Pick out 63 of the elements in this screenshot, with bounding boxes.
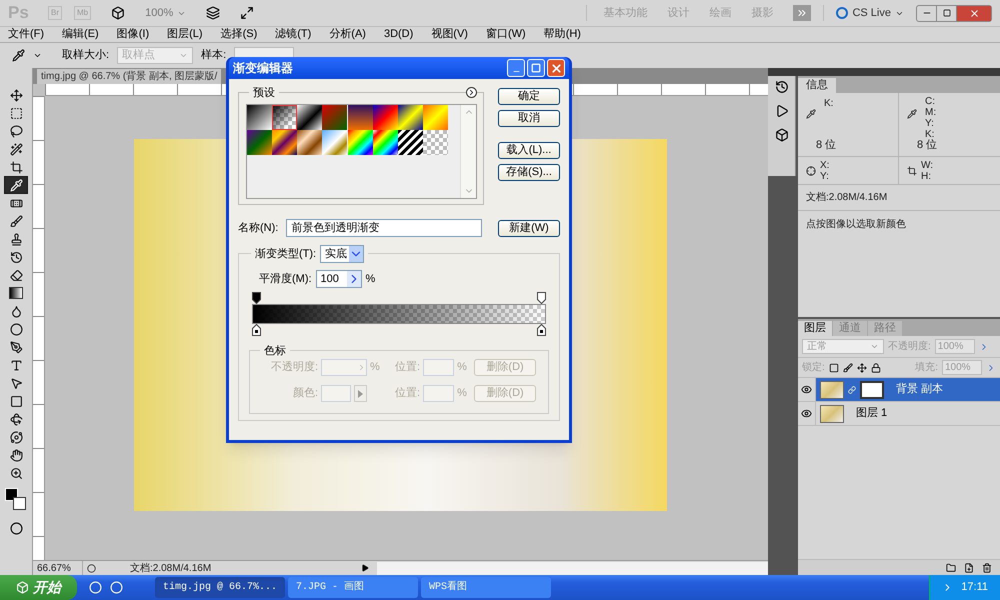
info-tab[interactable]: 信息	[798, 78, 836, 93]
menu-item[interactable]: 分析(A)	[329, 26, 366, 43]
menu-item[interactable]: 帮助(H)	[544, 26, 581, 43]
document-tab[interactable]: timg.jpg @ 66.7% (背景 副本, 图层蒙版/	[37, 69, 222, 84]
lock-label: 锁定:	[802, 360, 825, 375]
smoothness-field[interactable]: 100	[316, 270, 362, 288]
coordinate-label: X:	[820, 160, 830, 170]
cancel-button[interactable]: 取消	[498, 110, 560, 127]
location-label: 位置:	[395, 386, 420, 402]
bit-depth: 8 位	[917, 140, 938, 151]
channel-label: M:	[925, 107, 938, 118]
dialog-title: 渐变编辑器	[233, 60, 294, 77]
size-label: W:	[921, 160, 934, 170]
layer-row[interactable]: 背景 副本	[816, 378, 1000, 401]
smoothness-label: 平滑度(M):	[259, 272, 312, 287]
info-hint: 点按图像以选取新颜色	[805, 218, 907, 232]
layer-name: 图层 1	[856, 406, 888, 422]
menu-item[interactable]: 3D(D)	[384, 26, 414, 43]
document-info: 文档:2.08M/4.16M	[130, 562, 212, 576]
start-button[interactable]: 开始	[0, 575, 77, 600]
channel-label: Y:	[925, 118, 935, 129]
color-label: 颜色:	[292, 386, 318, 402]
taskbar-button[interactable]: 7.JPG - 画图	[288, 577, 418, 598]
coordinate-label: Y:	[820, 170, 830, 182]
gradient-type-dropdown[interactable]: 实底	[320, 245, 364, 263]
document-size: 文档:2.08M/4.16M	[798, 185, 1000, 211]
taskbar-button[interactable]: WPS看图	[421, 577, 551, 598]
bit-depth: 8 位	[816, 138, 836, 153]
size-label: H:	[921, 170, 932, 182]
sample-size-label: 取样大小:	[62, 48, 110, 64]
layer-name: 背景 副本	[896, 382, 944, 398]
opacity-label: 不透明度:	[888, 340, 931, 354]
menu-item[interactable]: 文件(F)	[8, 26, 44, 43]
channel-label: K:	[925, 129, 934, 140]
cs-live-button[interactable]: CS Live	[823, 4, 904, 22]
menu-item[interactable]: 选择(S)	[220, 26, 258, 43]
percent-label: %	[457, 386, 468, 402]
channel-label: C:	[925, 96, 936, 107]
fill-label: 填充:	[915, 360, 938, 375]
menu-item[interactable]: 视图(V)	[431, 26, 468, 43]
gradient-type-label: 渐变类型(T):	[255, 246, 316, 262]
opacity-label: 不透明度:	[270, 360, 318, 376]
percent-label: %	[457, 360, 468, 376]
percent-label: %	[366, 272, 376, 287]
save-button[interactable]: 存储(S)...	[498, 164, 560, 181]
percent-label: %	[370, 360, 381, 376]
channel-label: K:	[824, 97, 834, 111]
menu-item[interactable]: 图像(I)	[116, 26, 150, 43]
sample-label: 样本:	[201, 48, 226, 64]
clock: 17:11	[961, 580, 988, 596]
menu-item[interactable]: 编辑(E)	[62, 26, 99, 43]
name-label: 名称(N):	[238, 220, 280, 236]
new-button[interactable]: 新建(W)	[498, 220, 560, 236]
layer-row[interactable]: 图层 1	[816, 402, 1000, 425]
location-label: 位置:	[395, 360, 420, 376]
panel-tab[interactable]: 图层	[798, 321, 832, 336]
menu-item[interactable]: 图层(L)	[167, 26, 203, 43]
load-button[interactable]: 载入(L)...	[498, 142, 560, 159]
menu-item[interactable]: 窗口(W)	[486, 26, 526, 43]
name-field[interactable]: 前景色到透明渐变	[286, 219, 482, 237]
menu-item[interactable]: 滤镜(T)	[275, 26, 312, 43]
taskbar-button[interactable]: timg.jpg @ 66.7%...	[155, 577, 285, 598]
ok-button[interactable]: 确定	[498, 88, 560, 105]
